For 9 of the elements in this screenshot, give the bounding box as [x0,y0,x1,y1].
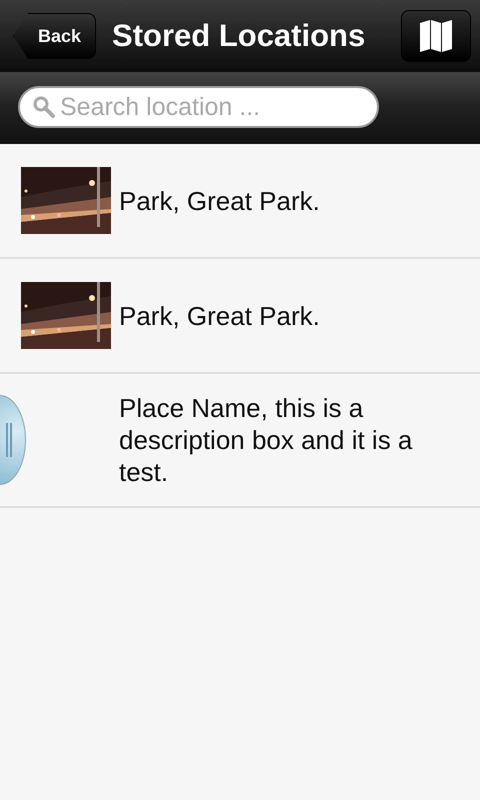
page-title: Stored Locations [112,18,366,54]
location-item[interactable]: Park, Great Park. [0,144,480,259]
location-item[interactable]: Place Name, this is a description box and it is a test. [0,374,480,508]
location-item[interactable]: Park, Great Park. [0,259,480,374]
map-button[interactable] [401,10,471,62]
back-button[interactable]: Back [13,13,96,59]
search-field[interactable]: Search location ... [18,86,379,128]
map-icon [418,18,454,54]
search-icon [32,95,56,119]
